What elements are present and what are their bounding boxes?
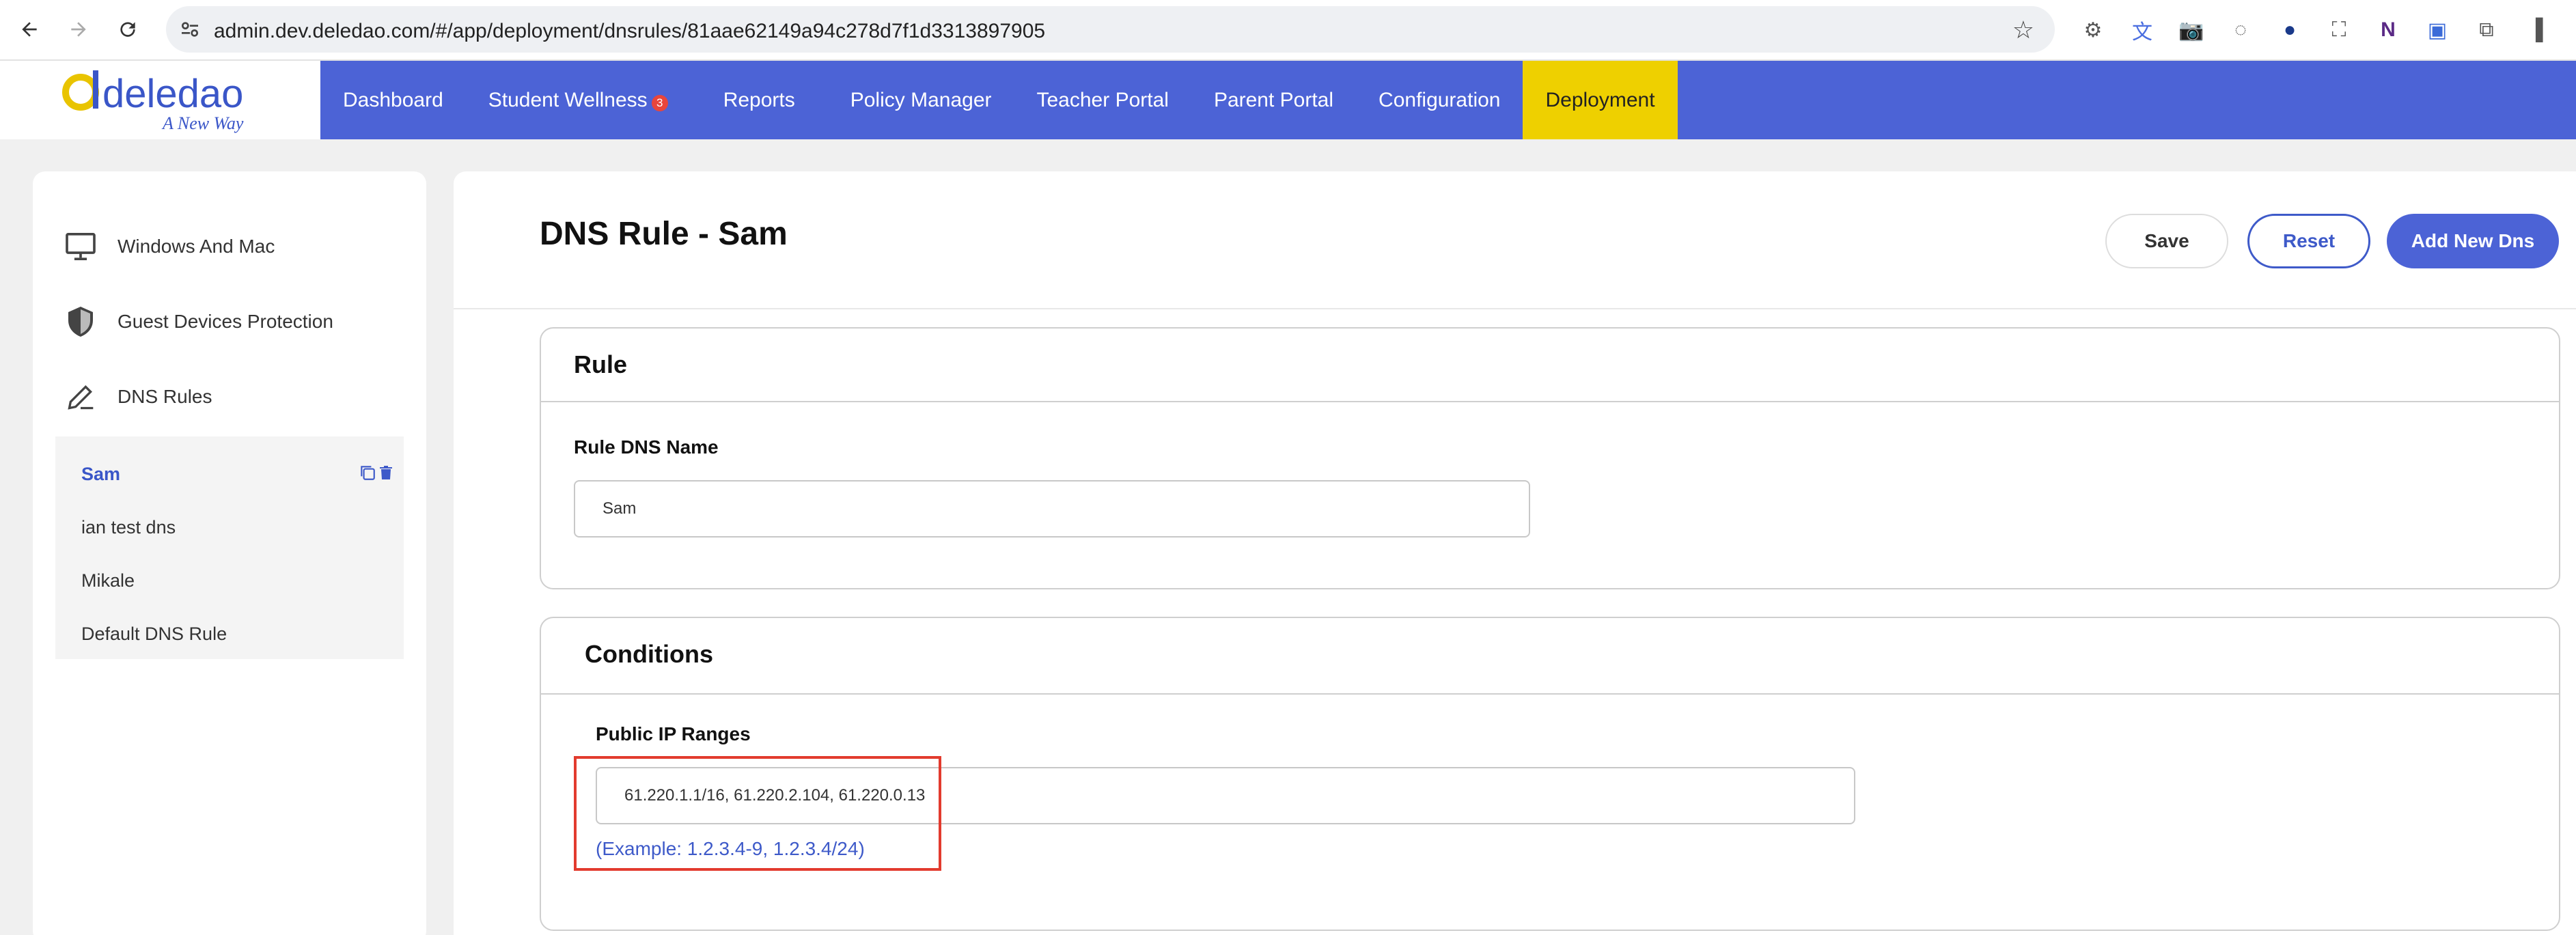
url-text: admin.dev.deledao.com/#/app/deployment/d… [214,20,1046,42]
rule-card-divider [541,401,2559,402]
conditions-card-divider [541,693,2559,695]
trash-icon[interactable] [378,464,394,482]
camera-extension-icon[interactable]: 📷 [2175,15,2208,45]
sidebar-item-guest-devices-protection[interactable]: Guest Devices Protection [60,301,333,342]
rule-card: Rule Rule DNS Name [540,327,2560,589]
screenshot-extension-icon[interactable]: ⛶ [2323,15,2355,45]
onenote-extension-icon[interactable]: N [2372,15,2405,45]
dns-rules-list: Sam ian test dns Mikale Default DNS Rule [55,436,404,659]
sidebar-toggle-icon[interactable]: ▐ [2519,15,2552,45]
puzzle-extensions-icon[interactable]: ⧉ [2470,15,2503,45]
sidebar-item-label: Guest Devices Protection [117,311,333,332]
rule-dns-name-label: Rule DNS Name [574,436,719,458]
copy-icon[interactable] [359,464,376,482]
site-settings-icon[interactable] [178,18,202,40]
reload-icon[interactable] [111,12,145,46]
monitor-icon [60,226,101,267]
cursor-extension-icon[interactable]: ◌ [2224,15,2257,45]
screen-capture-extension-icon[interactable]: ▣ [2421,15,2454,45]
sidebar-item-label: Windows And Mac [117,236,275,257]
sidebar-item-windows-and-mac[interactable]: Windows And Mac [60,226,275,267]
menu-item-policy-manager[interactable]: Policy Manager [828,61,1014,139]
menu-item-parent-portal[interactable]: Parent Portal [1191,61,1356,139]
browser-toolbar: admin.dev.deledao.com/#/app/deployment/d… [0,0,2576,61]
logo-brand-text: deledao [102,72,243,116]
forward-arrow-icon[interactable] [61,12,96,46]
globe-extension-icon[interactable]: ● [2273,15,2306,45]
logo-tagline-text: A New Way [161,113,244,133]
reset-button[interactable]: Reset [2247,214,2370,268]
conditions-section-title: Conditions [585,640,713,668]
translate-extension-icon[interactable]: 文 [2126,15,2159,45]
dns-rule-item-ian-test-dns[interactable]: ian test dns [81,517,176,538]
notification-badge: 3 [651,94,668,111]
add-new-dns-button[interactable]: Add New Dns [2387,214,2559,268]
page-title: DNS Rule - Sam [540,216,788,252]
deledao-logo[interactable]: deledao A New Way [60,64,265,137]
menu-item-student-wellness[interactable]: Student Wellness 3 [466,61,691,139]
app-header: deledao A New Way Dashboard Student Well… [0,61,2576,139]
bookmark-star-icon[interactable]: ☆ [2012,16,2034,44]
shield-icon [60,301,101,342]
rule-dns-name-input[interactable] [574,480,1530,538]
dns-rule-actions [359,464,394,482]
sidebar-item-label: DNS Rules [117,386,212,407]
sidebar-item-dns-rules[interactable]: DNS Rules [60,376,212,417]
extension-icons: ⚙ 文 📷 ◌ ● ⛶ N ▣ ⧉ ▐ [2077,15,2552,45]
save-button[interactable]: Save [2105,214,2228,268]
menu-item-dashboard[interactable]: Dashboard [320,61,466,139]
dns-rule-item-sam[interactable]: Sam [81,464,120,485]
main-menu: Dashboard Student Wellness 3 Reports Poli… [320,61,2576,139]
menu-item-configuration[interactable]: Configuration [1356,61,1523,139]
menu-item-reports[interactable]: Reports [691,61,828,139]
menu-item-teacher-portal[interactable]: Teacher Portal [1014,61,1191,139]
dns-rule-item-mikale[interactable]: Mikale [81,570,135,591]
pencil-icon [60,376,101,417]
sidebar: Windows And Mac Guest Devices Protection… [33,171,426,935]
dns-rule-item-default[interactable]: Default DNS Rule [81,624,227,645]
red-highlight-box [574,756,941,871]
public-ip-ranges-label: Public IP Ranges [596,723,751,744]
address-bar[interactable]: admin.dev.deledao.com/#/app/deployment/d… [166,6,2055,53]
gear-extension-icon[interactable]: ⚙ [2077,15,2109,45]
rule-section-title: Rule [574,350,628,378]
back-arrow-icon[interactable] [12,12,46,46]
menu-item-deployment[interactable]: Deployment [1523,61,1678,139]
header-divider [454,308,2576,309]
